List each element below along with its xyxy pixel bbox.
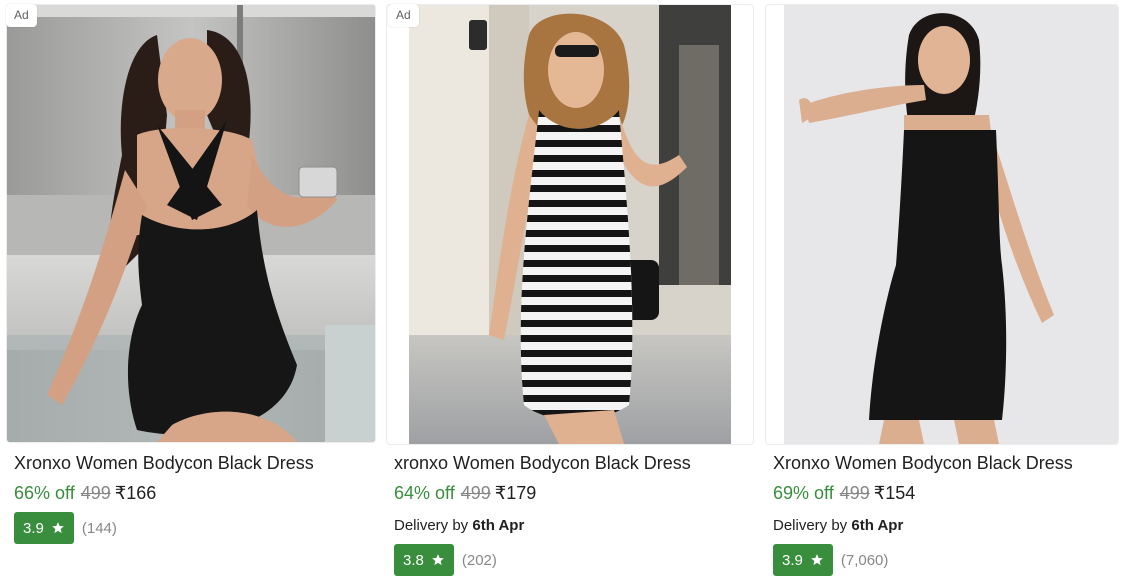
price-row: 69% off 499 ₹154 (773, 483, 915, 504)
rating-row: 3.8 (202) (394, 544, 497, 576)
delivery-date: 6th Apr (851, 517, 904, 534)
rating-row: 3.9 (7,060) (773, 544, 888, 576)
ad-badge: Ad (388, 4, 419, 27)
delivery-date: 6th Apr (472, 517, 525, 534)
star-icon (811, 554, 823, 566)
discount-label: 66% off (14, 483, 75, 503)
rating-value: 3.9 (782, 551, 803, 569)
delivery-prefix: Delivery by (773, 517, 848, 534)
product-image-frame[interactable] (386, 4, 754, 445)
rating-row: 3.9 (144) (14, 512, 117, 544)
product-image[interactable] (7, 5, 375, 442)
product-card[interactable]: Ad Xronxo Women Bodycon Black Dress 66% … (0, 0, 379, 581)
product-title[interactable]: Xronxo Women Bodycon Black Dress (773, 453, 1073, 474)
product-image[interactable] (409, 5, 731, 444)
delivery-prefix: Delivery by (394, 517, 469, 534)
rating-badge: 3.8 (394, 544, 454, 576)
star-icon (432, 554, 444, 566)
star-icon (52, 522, 64, 534)
discount-label: 64% off (394, 483, 455, 503)
review-count: (144) (81, 519, 117, 537)
rating-badge: 3.9 (773, 544, 833, 576)
product-card[interactable]: Ad xronxo Women Bodycon Black Dress 64% … (386, 0, 758, 581)
product-image-frame[interactable] (765, 4, 1119, 445)
product-title[interactable]: Xronxo Women Bodycon Black Dress (14, 453, 314, 474)
review-count: (202) (461, 551, 497, 569)
product-grid: Ad Xronxo Women Bodycon Black Dress 66% … (0, 0, 1124, 581)
price-row: 66% off 499 ₹166 (14, 483, 156, 504)
review-count: (7,060) (840, 551, 889, 569)
price-row: 64% off 499 ₹179 (394, 483, 536, 504)
discount-label: 69% off (773, 483, 834, 503)
rating-value: 3.9 (23, 519, 44, 537)
rating-badge: 3.9 (14, 512, 74, 544)
delivery-info: Delivery by 6th Apr (394, 517, 524, 534)
delivery-info: Delivery by 6th Apr (773, 517, 903, 534)
selling-price: ₹179 (494, 483, 537, 503)
mrp-price: 499 (839, 483, 870, 503)
product-title[interactable]: xronxo Women Bodycon Black Dress (394, 453, 691, 474)
product-image[interactable] (784, 5, 1118, 444)
product-card[interactable]: Xronxo Women Bodycon Black Dress 69% off… (765, 0, 1124, 581)
selling-price: ₹154 (873, 483, 916, 503)
product-image-frame[interactable] (6, 4, 376, 443)
mrp-price: 499 (80, 483, 111, 503)
rating-value: 3.8 (403, 551, 424, 569)
ad-badge: Ad (6, 4, 37, 27)
mrp-price: 499 (460, 483, 491, 503)
selling-price: ₹166 (114, 483, 157, 503)
